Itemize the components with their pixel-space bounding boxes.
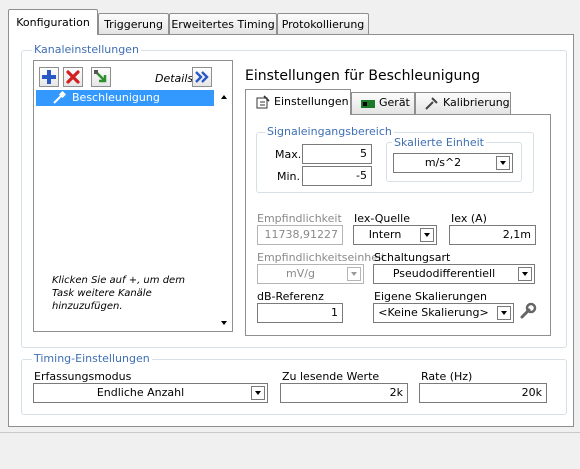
iex-source-value: Intern [368,228,402,241]
rate-input[interactable]: 20k [419,383,547,403]
min-label: Min. [277,170,301,183]
sensitivity-unit-value: mV/g [286,267,315,280]
chevron-down-icon [251,386,265,400]
timing-settings-label: Timing-Einstellungen [32,352,152,365]
details-label: Details [155,72,194,85]
wiring-label: Schaltungsart [374,251,451,264]
scroll-up-icon[interactable] [218,91,230,103]
scaled-unit-label: Skalierte Einheit [392,136,486,149]
subtab-settings[interactable]: Einstellungen [245,89,351,115]
wiring-select[interactable]: Pseudodifferentiell [373,264,535,284]
list-item[interactable]: Beschleunigung [36,90,214,106]
double-chevron-right-icon [195,71,209,83]
accelerometer-icon [53,91,66,104]
acquisition-mode-select[interactable]: Endliche Anzahl [33,383,268,403]
sensitivity-unit-label: Empfindlichkeitseinheit [257,251,386,264]
chevron-down-icon [347,267,361,281]
chevron-down-icon [420,228,434,242]
wrench-icon [520,302,537,319]
bottom-divider [0,432,580,433]
subtab-device-label: Gerät [379,96,410,109]
scaling-wizard-button[interactable] [518,301,538,321]
scroll-down-icon[interactable] [218,317,230,329]
iex-source-label: Iex-Quelle [354,212,410,225]
tab-triggering[interactable]: Triggerung [98,13,169,34]
chevron-down-icon [497,306,511,320]
delete-icon [66,70,80,84]
rate-label: Rate (Hz) [421,370,473,383]
samples-to-read-input[interactable]: 2k [280,383,408,403]
min-input[interactable]: -5 [302,166,372,186]
tab-logging[interactable]: Protokollierung [277,13,369,34]
iex-label: Iex (A) [451,212,487,225]
settings-title: Einstellungen für Beschleunigung [245,68,481,84]
db-reference-input[interactable]: 1 [257,303,343,323]
plus-icon [42,70,56,84]
max-input[interactable]: 5 [302,144,372,164]
signal-range-label: Signaleingangsbereich [265,125,394,138]
wiring-value: Pseudodifferentiell [392,267,496,280]
samples-to-read-label: Zu lesende Werte [282,370,380,383]
sensitivity-label: Empfindlichkeit [257,212,342,225]
sensitivity-input[interactable]: 11738,91227 [257,225,343,245]
iex-source-select[interactable]: Intern [353,225,437,245]
device-icon [361,100,375,108]
add-channel-button[interactable] [39,67,59,87]
subtab-settings-label: Einstellungen [274,95,349,108]
acquisition-mode-label: Erfassungsmodus [34,370,132,383]
chevron-down-icon [518,267,532,281]
change-channel-button[interactable] [91,67,111,87]
move-channel-icon [94,70,107,83]
tab-configuration[interactable]: Konfiguration [8,9,98,35]
custom-scaling-select[interactable]: <Keine Skalierung> [373,303,514,323]
sensitivity-unit-select[interactable]: mV/g [257,264,364,284]
subtab-calibration[interactable]: Kalibrierung [415,92,511,114]
channel-settings-label: Kanaleinstellungen [32,43,141,56]
settings-icon [256,95,270,109]
custom-scaling-value: <Keine Skalierung> [378,306,489,319]
subtab-device[interactable]: Gerät [351,92,415,114]
remove-channel-button[interactable] [63,67,83,87]
calibration-icon [425,97,438,110]
tab-advanced-timing[interactable]: Erweitertes Timing [169,13,277,34]
subtab-calibration-label: Kalibrierung [443,96,510,109]
db-reference-label: dB-Referenz [257,290,324,303]
details-toggle-button[interactable] [192,67,212,87]
max-label: Max. [275,148,302,161]
scaled-unit-select[interactable]: m/s^2 [393,153,513,173]
iex-input[interactable]: 2,1m [449,225,536,245]
custom-scaling-label: Eigene Skalierungen [374,290,487,303]
add-channel-hint: Klicken Sie auf +, um dem Task weitere K… [52,275,185,312]
channel-name: Beschleunigung [72,91,160,104]
acquisition-mode-value: Endliche Anzahl [96,386,185,399]
chevron-down-icon [496,156,510,170]
scaled-unit-value: m/s^2 [424,156,462,169]
